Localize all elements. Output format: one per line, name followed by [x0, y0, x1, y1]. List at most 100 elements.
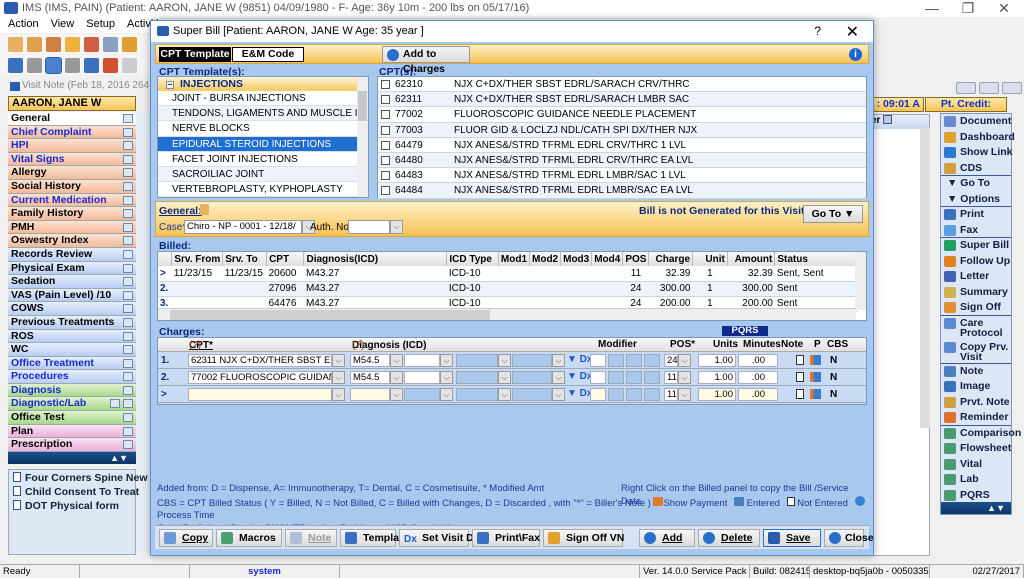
dx4-dropdown-button[interactable]: ⌵ [552, 354, 565, 367]
lab-flask-icon[interactable] [122, 36, 137, 52]
billed-column-header[interactable]: Diagnosis(ICD) [303, 252, 448, 266]
template-item[interactable]: TENDONS, LIGAMENTS AND MUSCLE INJECTIONS [158, 106, 368, 122]
billed-column-header[interactable]: Mod4 [591, 252, 624, 266]
right-menu-item[interactable]: Letter [941, 269, 1011, 285]
edit-section-icon[interactable] [123, 385, 133, 395]
provider-icon[interactable] [27, 36, 42, 52]
dx4-dropdown-button[interactable]: ⌵ [552, 388, 565, 401]
right-menu-item[interactable]: Copy Prv. Visit [941, 340, 1011, 364]
dx3-dropdown-button[interactable]: ⌵ [498, 388, 511, 401]
cpt-checkbox[interactable] [381, 80, 390, 89]
minutes-spinner[interactable]: .00 [738, 354, 778, 367]
sidebar-item[interactable]: Chief Complaint [8, 125, 136, 140]
billed-column-header[interactable]: Srv. From [171, 252, 224, 266]
dx2-select[interactable] [404, 388, 440, 401]
form-item[interactable]: Child Consent To Treat [9, 484, 139, 498]
billed-column-header[interactable]: CPT [266, 252, 305, 266]
sidebar-item[interactable]: Oswestry Index [8, 234, 136, 248]
edit-section-icon[interactable] [123, 399, 133, 409]
dx3-dropdown-button[interactable]: ⌵ [498, 371, 511, 384]
visit-note-icon[interactable] [45, 56, 62, 74]
print-fax-button[interactable]: Print\Fax [472, 529, 540, 547]
edit-icon[interactable] [84, 36, 99, 52]
info-icon[interactable]: i [849, 48, 862, 61]
add-icon[interactable] [27, 57, 42, 73]
save-button[interactable]: Save [763, 529, 821, 547]
edit-section-icon[interactable] [123, 440, 133, 450]
note-icon[interactable] [796, 389, 804, 399]
provider-check-icon[interactable] [46, 36, 61, 52]
back-icon[interactable] [122, 57, 137, 73]
billed-column-header[interactable]: Status [774, 252, 858, 266]
cpt-checkbox[interactable] [381, 171, 390, 181]
dx3-select[interactable] [456, 371, 498, 384]
menu-setup[interactable]: Setup [86, 18, 115, 33]
set-visit-dx-button[interactable]: Dx Set Visit Dx [399, 529, 480, 547]
sidebar-item[interactable]: Vital Signs [8, 152, 136, 167]
dx2-select[interactable] [404, 371, 440, 384]
modifier-2-input[interactable] [608, 388, 624, 401]
minutes-spinner[interactable]: .00 [738, 371, 778, 384]
rx-icon[interactable] [103, 36, 118, 52]
close-window-button[interactable]: ✕ [984, 0, 1024, 17]
vn-minimize-button[interactable] [956, 82, 976, 94]
billed-column-header[interactable]: Mod1 [498, 252, 531, 266]
edit-section-icon[interactable] [123, 181, 133, 191]
sidebar-item[interactable]: Prescription [8, 438, 136, 452]
sidebar-item[interactable]: Plan [8, 424, 136, 439]
cpt-checkbox[interactable] [381, 95, 390, 105]
cpt-dropdown-button[interactable]: ⌵ [332, 388, 345, 401]
pqrs-tab[interactable]: PQRS [722, 326, 768, 336]
dx2-dropdown-button[interactable]: ⌵ [440, 371, 453, 384]
billed-column-header[interactable]: Charge [648, 252, 693, 266]
right-menu-item[interactable]: Document [941, 114, 1011, 130]
cpt-dropdown-button[interactable]: ⌵ [332, 371, 345, 384]
dx3-dropdown-button[interactable]: ⌵ [498, 354, 511, 367]
go-to-button[interactable]: Go To ▼ [803, 205, 863, 223]
cpt-checkbox[interactable] [381, 125, 390, 135]
vn-close-button[interactable] [1002, 82, 1022, 94]
billed-horizontal-scrollbar[interactable] [158, 308, 856, 320]
pos-select[interactable]: 11 [664, 388, 678, 401]
minimize-button[interactable]: — [912, 0, 952, 17]
dx1-select[interactable]: M54.5 [350, 354, 390, 367]
cpt-select[interactable] [188, 388, 332, 401]
edit-section-icon[interactable] [123, 141, 133, 151]
pos-select[interactable]: 11 [664, 371, 678, 384]
edit-section-icon[interactable] [123, 195, 133, 205]
cpt-checkbox[interactable] [381, 140, 390, 150]
macros-button[interactable]: Macros [216, 529, 282, 547]
template-item[interactable]: FACET JOINT INJECTIONS [158, 152, 368, 167]
right-menu-item[interactable]: CDS [941, 161, 1011, 176]
sidebar-item[interactable]: ROS [8, 329, 136, 344]
sidebar-item[interactable]: HPI [8, 139, 136, 153]
patient-icon[interactable] [8, 36, 23, 52]
payment-icon[interactable] [810, 355, 821, 365]
cpt-item[interactable]: 64484 NJX ANES&/STRD TFRML EDRL LMBR/SAC … [378, 183, 866, 199]
template-item[interactable]: VERTEBROPLASTY, KYPHOPLASTY [158, 182, 368, 198]
edit-section-icon[interactable] [123, 345, 133, 355]
right-menu-item[interactable]: ▼ Options [941, 192, 1011, 207]
sidebar-item[interactable]: General [8, 112, 136, 126]
tab-em-code[interactable]: E&M Code [232, 47, 304, 62]
edit-section-icon[interactable] [123, 358, 133, 368]
edit-section-icon[interactable] [123, 263, 133, 273]
billed-column-header[interactable]: Unit [692, 252, 728, 266]
minutes-spinner[interactable]: .00 [738, 388, 778, 401]
dx1-dropdown-button[interactable]: ⌵ [390, 354, 403, 367]
auth-no-select[interactable] [348, 220, 390, 234]
dx1-select[interactable] [350, 388, 390, 401]
dx3-select[interactable] [456, 354, 498, 367]
edit-section-icon[interactable] [123, 317, 133, 327]
right-menu-item[interactable]: Care Protocol [941, 316, 1011, 340]
modifier-1-input[interactable] [590, 371, 606, 384]
sidebar-item[interactable]: Records Review [8, 247, 136, 262]
right-menu-item[interactable]: Flowsheet [941, 441, 1011, 457]
cpt-help-link[interactable]: (?) [189, 340, 201, 351]
note-icon[interactable] [796, 372, 804, 382]
edit-section-icon[interactable] [123, 413, 133, 423]
modifier-2-input[interactable] [608, 371, 624, 384]
pos-dropdown-button[interactable]: ⌵ [678, 371, 691, 384]
billed-row[interactable]: 2. 27096 M43.27 ICD-10 24 300.00 1 300.00 Sent [158, 281, 858, 297]
dx2-select[interactable] [404, 354, 440, 367]
